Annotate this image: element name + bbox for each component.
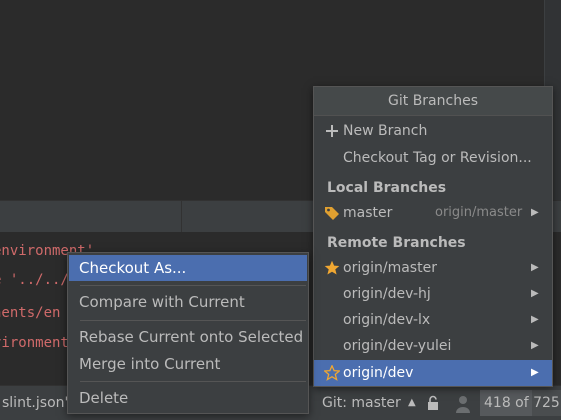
local-branches-header: Local Branches [327,180,447,196]
branch-label: origin/dev [343,365,414,381]
checkout-tag-label: Checkout Tag or Revision... [343,150,532,166]
branch-label: origin/dev-yulei [343,338,452,354]
menu-item-label: Merge into Current [79,355,221,373]
checkout-as-item[interactable]: Checkout As... [69,255,307,281]
remote-branch-origin-master[interactable]: origin/master ▶ [314,255,552,281]
branch-label: origin/master [343,260,437,276]
remote-branches-header: Remote Branches [327,235,466,251]
menu-separator [80,320,306,321]
submenu-arrow-icon: ▶ [531,367,539,378]
tag-icon [325,207,339,220]
menu-item-label: Compare with Current [79,293,245,311]
submenu-arrow-icon: ▶ [531,207,539,218]
star-outline-icon [324,365,340,381]
memory-indicator[interactable]: 418 of 725M [480,390,561,416]
remote-branch-origin-dev-yulei[interactable]: origin/dev-yulei ▶ [314,333,552,359]
memory-text: 418 of 725M [484,395,561,411]
rebase-current-item[interactable]: Rebase Current onto Selected [69,324,307,350]
delete-branch-item[interactable]: Delete [69,385,307,411]
popup-title: Git Branches [314,87,552,116]
git-branch-widget[interactable]: Git: master [322,386,401,420]
submenu-arrow-icon: ▶ [531,288,539,299]
local-branch-master[interactable]: master origin/master ▶ [314,200,552,226]
branch-label: master [343,205,393,221]
remote-branch-origin-dev-lx[interactable]: origin/dev-lx ▶ [314,307,552,333]
code-line: nents/en [0,305,61,321]
plus-icon [326,125,338,137]
compare-with-current-item[interactable]: Compare with Current [69,289,307,315]
menu-separator [80,285,306,286]
menu-separator [80,381,306,382]
submenu-arrow-icon: ▶ [531,340,539,351]
submenu-arrow-icon: ▶ [531,262,539,273]
branch-label: origin/dev-hj [343,286,431,302]
branch-label: origin/dev-lx [343,312,431,328]
new-branch-label: New Branch [343,123,428,139]
git-branches-popup: Git Branches New Branch Checkout Tag or … [313,86,553,387]
submenu-arrow-icon: ▶ [531,314,539,325]
star-filled-icon [324,260,340,275]
remote-branch-origin-dev[interactable]: origin/dev ▶ [314,360,552,386]
status-file-text: slint.json' [2,395,69,411]
code-line: e '../../ [0,272,69,288]
tracking-branch: origin/master [435,205,523,220]
menu-item-label: Rebase Current onto Selected [79,328,304,346]
inspector-person-icon[interactable] [453,394,473,414]
lock-icon[interactable] [425,395,441,411]
new-branch-item[interactable]: New Branch [314,118,552,144]
menu-item-label: Delete [79,389,129,407]
panel-divider [181,201,182,233]
menu-item-label: Checkout As... [79,259,187,277]
branch-context-menu: Checkout As... Compare with Current Reba… [67,252,309,414]
code-line: vironments [0,335,78,351]
remote-branch-origin-dev-hj[interactable]: origin/dev-hj ▶ [314,281,552,307]
merge-into-current-item[interactable]: Merge into Current [69,351,307,377]
checkout-tag-item[interactable]: Checkout Tag or Revision... [314,145,552,171]
updown-caret-icon[interactable]: ▲ [408,396,416,410]
